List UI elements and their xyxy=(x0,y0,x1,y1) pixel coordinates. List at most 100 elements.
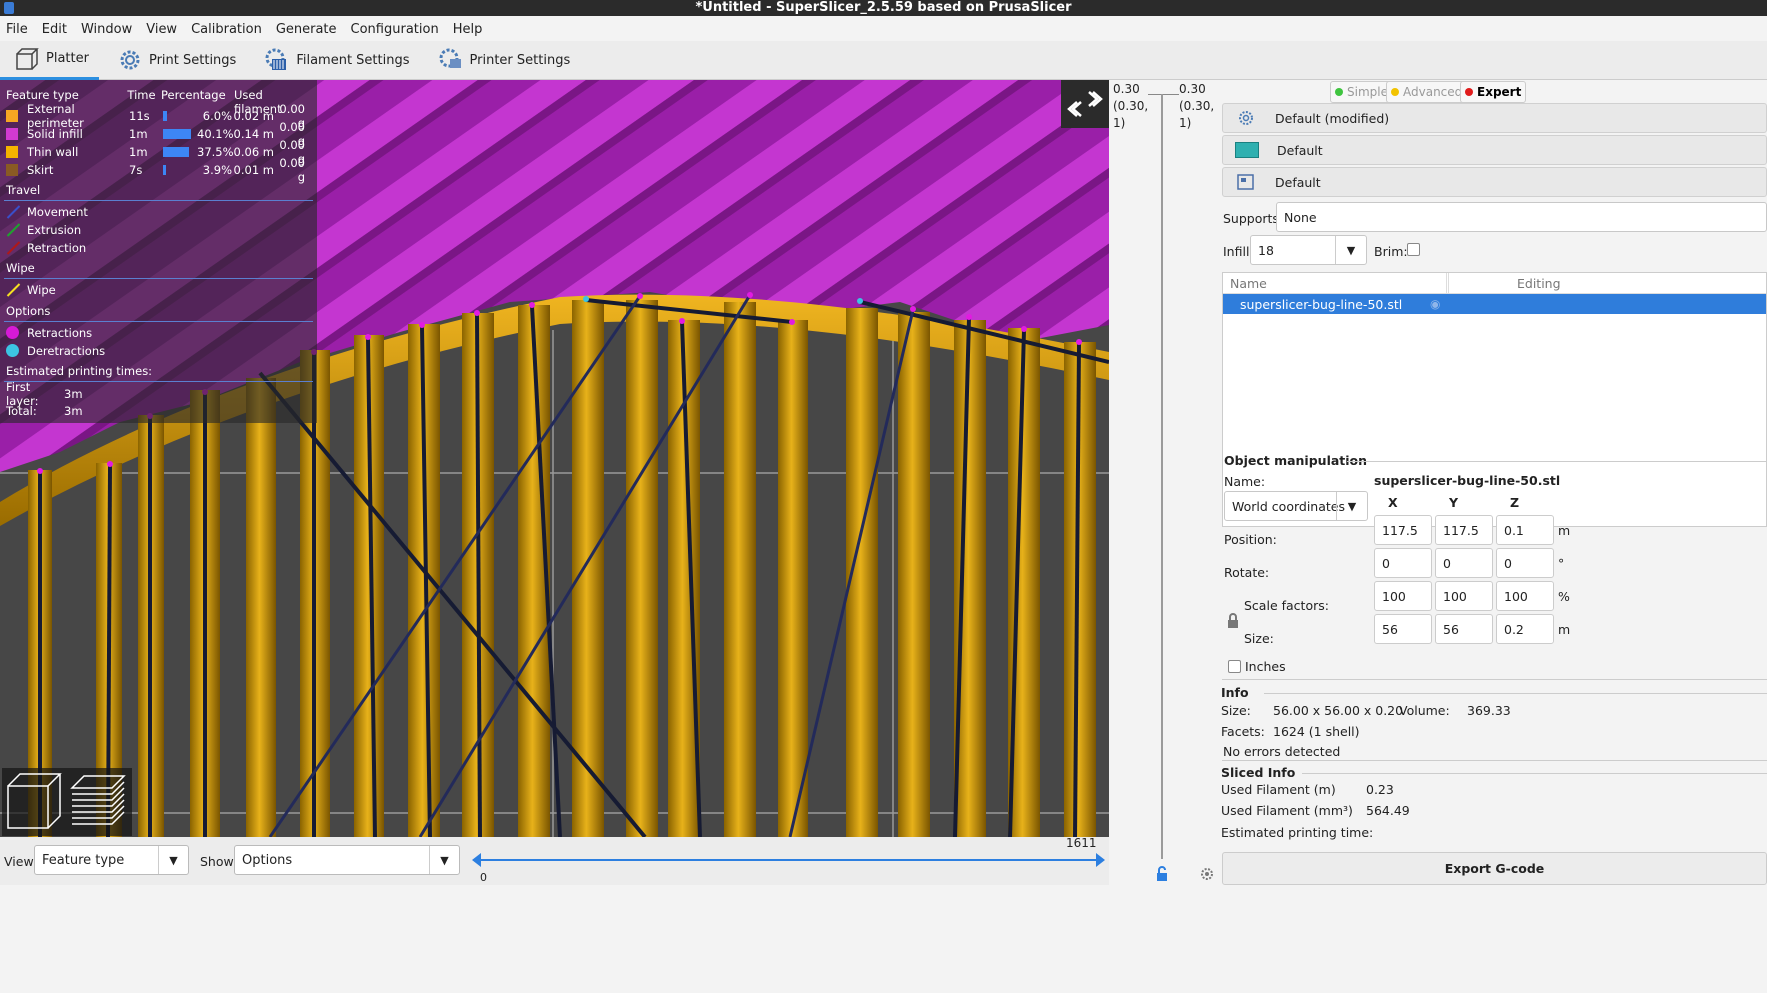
inches-checkbox[interactable] xyxy=(1228,660,1241,673)
scale-y-input[interactable]: 100 xyxy=(1435,581,1493,611)
scale-x-input[interactable]: 100 xyxy=(1374,581,1432,611)
object-list-item[interactable]: superslicer-bug-line-50.stl ◉ xyxy=(1223,294,1766,314)
unlock-icon[interactable] xyxy=(1155,866,1169,882)
retractions-dot-icon xyxy=(6,326,19,339)
pct-bar-track xyxy=(163,146,197,157)
collapse-sidebar-button[interactable] xyxy=(1061,80,1109,128)
view-3d-button[interactable] xyxy=(2,768,66,836)
size-y-input[interactable]: 56 xyxy=(1435,614,1493,644)
legend-row-retraction[interactable]: Retraction xyxy=(6,239,313,256)
size-z-input[interactable]: 0.2 xyxy=(1496,614,1554,644)
estimated-time-label: Estimated printing time: xyxy=(1221,825,1374,840)
info-volume-value: 369.33 xyxy=(1467,703,1511,718)
bottom-toolbar: View Feature type ▼ Show Options ▼ 1611 … xyxy=(0,836,1109,885)
tab-platter[interactable]: Platter xyxy=(0,41,99,80)
pct-bar-track xyxy=(163,110,197,121)
tab-print-settings-label: Print Settings xyxy=(148,52,237,68)
export-gcode-button[interactable]: Export G-code xyxy=(1222,852,1767,885)
menu-help[interactable]: Help xyxy=(453,22,483,37)
brim-label: Brim: xyxy=(1374,244,1408,259)
brim-checkbox[interactable] xyxy=(1407,243,1420,256)
axis-y-label: Y xyxy=(1449,495,1459,510)
tab-print-settings[interactable]: Print Settings xyxy=(103,41,246,80)
feature-time: 7s xyxy=(129,162,143,177)
platter-icon xyxy=(16,47,39,70)
view-type-select[interactable]: Feature type ▼ xyxy=(34,845,189,875)
filament-preset-select[interactable]: Default xyxy=(1222,135,1767,165)
size-x-input[interactable]: 56 xyxy=(1374,614,1432,644)
horizontal-slider-min: 0 xyxy=(480,871,487,884)
legend-panel: Feature type Time Percentage Used filame… xyxy=(0,80,317,423)
option-name: Retractions xyxy=(27,325,93,340)
menu-generate[interactable]: Generate xyxy=(276,22,337,37)
legend-row-skirt[interactable]: Skirt 7s 3.9% 0.01 m 0.00 g xyxy=(6,156,313,184)
legend-first-layer: First layer: 3m xyxy=(6,380,313,408)
show-options-value: Options xyxy=(242,852,293,868)
simple-mode-icon xyxy=(1335,88,1343,96)
layer-lower-label: 0.30 (0.30, 1) xyxy=(1113,81,1148,132)
tab-platter-label: Platter xyxy=(46,51,89,66)
object-list[interactable]: Name Editing superslicer-bug-line-50.stl… xyxy=(1222,272,1767,527)
inches-label: Inches xyxy=(1245,659,1286,674)
horizontal-slider-track[interactable] xyxy=(476,859,1100,861)
scale-z-input[interactable]: 100 xyxy=(1496,581,1554,611)
mode-simple-button[interactable]: Simple xyxy=(1330,81,1393,103)
menu-calibration[interactable]: Calibration xyxy=(191,22,262,37)
settings-gear-icon[interactable] xyxy=(1199,866,1215,882)
tab-printer-settings[interactable]: Printer Settings xyxy=(424,41,581,80)
infill-select[interactable]: 18 ▼ xyxy=(1250,235,1367,265)
col-name: Name xyxy=(1230,275,1267,291)
legend-travel-title: Travel xyxy=(6,183,41,197)
legend-row-retractions[interactable]: Retractions xyxy=(6,324,313,341)
position-unit: m xyxy=(1558,523,1571,538)
legend-row-thin-wall[interactable]: Thin wall 1m 37.5% 0.06 m 0.00 g xyxy=(6,138,313,166)
used-filament-mm3-label: Used Filament (mm³) xyxy=(1221,803,1353,818)
position-x-input[interactable]: 117.5 xyxy=(1374,515,1432,545)
layer-lower-number: 1) xyxy=(1113,116,1126,130)
lock-icon[interactable] xyxy=(1226,613,1240,629)
tab-filament-settings[interactable]: Filament Settings xyxy=(250,41,419,80)
legend-row-wipe[interactable]: Wipe xyxy=(6,281,313,298)
legend-row-extrusion[interactable]: Extrusion xyxy=(6,221,313,238)
supports-select[interactable]: None xyxy=(1276,202,1767,232)
menu-configuration[interactable]: Configuration xyxy=(351,22,439,37)
axis-z-label: Z xyxy=(1510,495,1520,510)
menu-file[interactable]: File xyxy=(6,22,28,37)
chevron-down-icon: ▼ xyxy=(429,846,459,874)
wipe-name: Wipe xyxy=(27,282,56,297)
position-z-input[interactable]: 0.1 xyxy=(1496,515,1554,545)
horizontal-slider-right-thumb[interactable] xyxy=(1096,853,1105,867)
line-swatch xyxy=(6,223,20,237)
printer-icon xyxy=(1237,174,1254,190)
position-y-input[interactable]: 117.5 xyxy=(1435,515,1493,545)
rotate-y-input[interactable]: 0 xyxy=(1435,548,1493,578)
travel-name: Movement xyxy=(27,204,88,219)
gcode-preview-viewport[interactable]: Feature type Time Percentage Used filame… xyxy=(0,80,1109,837)
coordinate-system-select[interactable]: World coordinates ▼ xyxy=(1224,491,1368,521)
mode-expert-button[interactable]: Expert xyxy=(1460,81,1527,103)
rotate-z-value: 0 xyxy=(1504,555,1512,571)
mode-advanced-button[interactable]: Advanced xyxy=(1386,81,1468,103)
layer-slider-track[interactable] xyxy=(1161,94,1163,859)
legend-row-movement[interactable]: Movement xyxy=(6,203,313,220)
title-bar: *Untitled - SuperSlicer_2.5.59 based on … xyxy=(0,0,1767,16)
show-options-select[interactable]: Options ▼ xyxy=(234,845,460,875)
printer-preset-select[interactable]: Default xyxy=(1222,167,1767,197)
menu-edit[interactable]: Edit xyxy=(42,22,67,37)
rotate-x-input[interactable]: 0 xyxy=(1374,548,1432,578)
menu-view[interactable]: View xyxy=(146,22,177,37)
window-title: *Untitled - SuperSlicer_2.5.59 based on … xyxy=(695,0,1072,15)
print-preset-select[interactable]: Default (modified) xyxy=(1222,103,1767,133)
cube-icon xyxy=(7,773,62,829)
legend-row-deretractions[interactable]: Deretractions xyxy=(6,342,313,359)
menu-window[interactable]: Window xyxy=(81,22,132,37)
rotate-z-input[interactable]: 0 xyxy=(1496,548,1554,578)
view-layers-button[interactable] xyxy=(66,768,130,836)
legend-row-external-perimeter[interactable]: External perimeter 11s 6.0% 0.02 m 0.00 … xyxy=(6,102,313,130)
legend-row-solid-infill[interactable]: Solid infill 1m 40.1% 0.14 m 0.00 g xyxy=(6,120,313,148)
coordinate-system-value: World coordinates xyxy=(1232,498,1345,514)
legend-divider xyxy=(4,278,313,279)
visibility-icon[interactable]: ◉ xyxy=(1430,297,1440,311)
feature-len: 0.06 m xyxy=(233,144,274,159)
horizontal-slider-left-thumb[interactable] xyxy=(472,853,481,867)
